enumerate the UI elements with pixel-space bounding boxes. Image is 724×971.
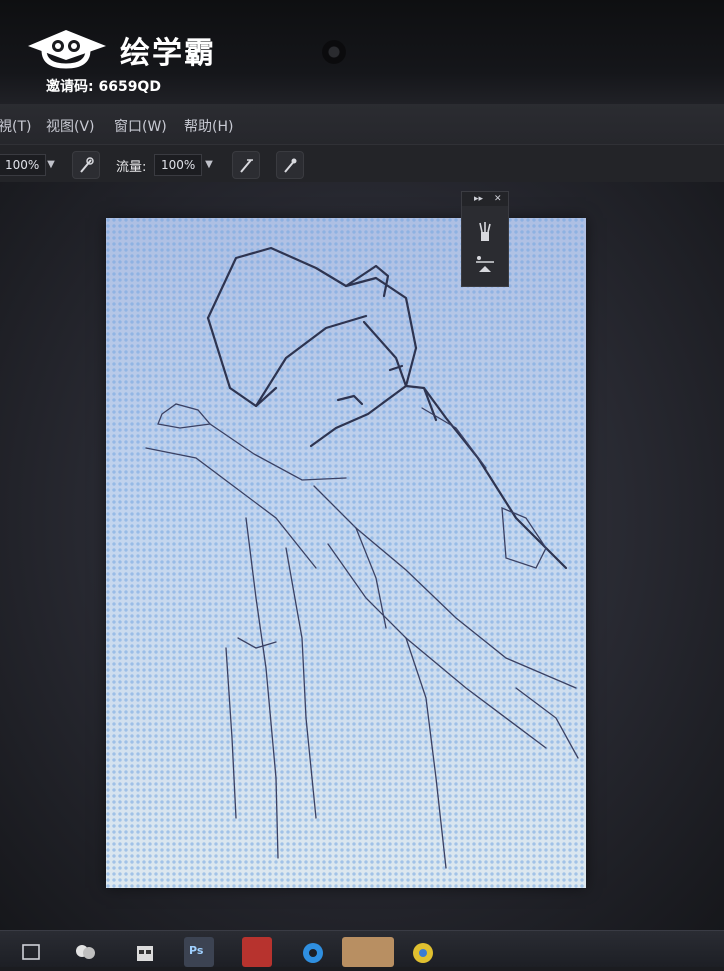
- edge-browser-icon[interactable]: [298, 937, 328, 967]
- menu-item-help[interactable]: 帮助(H): [184, 116, 233, 136]
- flow-value[interactable]: 100%: [154, 154, 203, 176]
- brush-settings-icon[interactable]: [276, 151, 304, 179]
- brush-tablet-icon[interactable]: [232, 151, 260, 179]
- webcam: [322, 40, 346, 64]
- flow-dropdown-icon[interactable]: ▼: [200, 154, 218, 176]
- tool-options-bar: 100% ▼ 流量: 100% ▼: [0, 144, 724, 184]
- drawing-canvas[interactable]: [106, 218, 586, 888]
- panel-close-button[interactable]: ✕: [494, 192, 502, 206]
- app-icon[interactable]: [70, 937, 100, 967]
- taskbar: Ps: [0, 930, 724, 967]
- chrome-icon[interactable]: [408, 937, 438, 967]
- watermark-invite-code: 邀请码: 6659QD: [46, 79, 161, 95]
- photoshop-label: Ps: [189, 944, 204, 957]
- task-view-icon[interactable]: [16, 937, 46, 967]
- floating-tool-panel: ▸▸ ✕: [461, 191, 509, 287]
- image-viewer-icon[interactable]: [342, 937, 394, 967]
- flow-label: 流量:: [116, 160, 147, 175]
- opacity-value[interactable]: 100%: [0, 154, 47, 176]
- watermark: 绘学霸 邀请码: 6659QD: [26, 26, 266, 96]
- clone-source-icon[interactable]: [473, 252, 497, 276]
- menu-item-view[interactable]: 视图(V): [46, 116, 95, 136]
- line-art-sketch: [145, 246, 579, 869]
- watermark-brand: 绘学霸: [120, 36, 216, 71]
- brush-presets-icon[interactable]: [473, 220, 497, 244]
- opacity-dropdown-icon[interactable]: ▼: [42, 154, 60, 176]
- brush-airbrush-icon[interactable]: [72, 151, 100, 179]
- menu-item-window[interactable]: 窗口(W): [114, 116, 167, 136]
- menubar: 視(T) 视图(V) 窗口(W) 帮助(H): [0, 104, 724, 144]
- panel-collapse-button[interactable]: ▸▸: [474, 192, 483, 206]
- graduation-cap-cloud-icon: [28, 30, 106, 69]
- menu-item-filter[interactable]: 視(T): [0, 116, 31, 136]
- store-icon[interactable]: [130, 937, 160, 967]
- panel-header: ▸▸ ✕: [462, 192, 508, 206]
- music-app-icon[interactable]: [242, 937, 272, 967]
- photoshop-icon[interactable]: Ps: [184, 937, 214, 967]
